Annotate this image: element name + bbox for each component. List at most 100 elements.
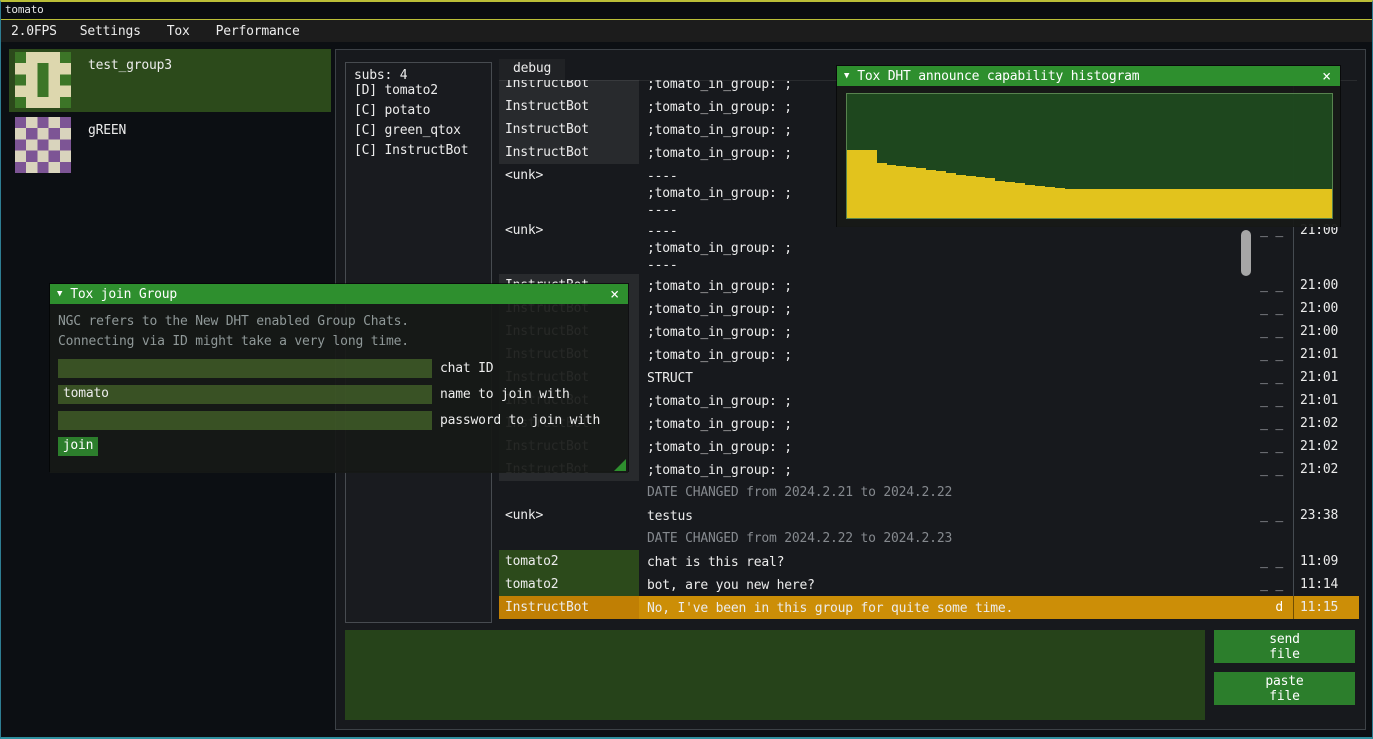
timestamp: 21:00: [1293, 320, 1359, 343]
message-line: STRUCT: [647, 370, 1237, 387]
sender-name: tomato2: [499, 573, 639, 596]
message-line: ;tomato_in_group: ;: [647, 240, 1237, 257]
read-marks: _ _: [1243, 366, 1293, 389]
timestamp: 21:00: [1293, 219, 1359, 274]
group-list-item-green[interactable]: gREEN: [9, 114, 331, 177]
histogram-bar: [1302, 189, 1312, 218]
read-marks: _ _: [1243, 412, 1293, 435]
histogram-plot: [846, 93, 1333, 219]
group-avatar-icon: [12, 117, 74, 177]
close-icon[interactable]: ×: [608, 287, 621, 301]
histogram-bar: [847, 150, 857, 218]
histogram-bar: [1144, 189, 1154, 218]
histogram-bar: [877, 163, 887, 218]
member-item-tomato2[interactable]: [D] tomato2: [354, 83, 483, 103]
send-file-button[interactable]: send file: [1214, 630, 1355, 663]
member-item-potato[interactable]: [C] potato: [354, 103, 483, 123]
join-window-titlebar[interactable]: ▼ Tox join Group ×: [50, 284, 628, 304]
message-text: STRUCT: [639, 366, 1243, 389]
join-window-body: NGC refers to the New DHT enabled Group …: [50, 304, 628, 473]
message-line: No, I've been in this group for quite so…: [647, 600, 1237, 617]
group-name: test_group3: [88, 58, 172, 73]
histogram-bar: [916, 168, 926, 218]
message-text: chat is this real?: [639, 550, 1243, 573]
read-marks: [1243, 527, 1293, 550]
histogram-bar: [1134, 189, 1144, 218]
chat-scrollbar-thumb[interactable]: [1241, 230, 1251, 276]
member-item-instructbot[interactable]: [C] InstructBot: [354, 143, 483, 163]
paste-file-button[interactable]: paste file: [1214, 672, 1355, 705]
close-icon[interactable]: ×: [1320, 69, 1333, 83]
sender-name: [499, 481, 639, 504]
histogram-bar: [1213, 189, 1223, 218]
tab-debug[interactable]: debug: [499, 59, 565, 80]
send-file-button-line2: file: [1269, 647, 1300, 662]
sender-name: InstructBot: [499, 596, 639, 619]
chat-id-input[interactable]: [58, 359, 432, 378]
message-text: bot, are you new here?: [639, 573, 1243, 596]
histogram-bar: [1005, 182, 1015, 218]
read-marks: _ _: [1243, 274, 1293, 297]
histogram-bar: [926, 170, 936, 218]
histogram-bar: [956, 175, 966, 218]
join-password-input[interactable]: [58, 411, 432, 430]
chat-row[interactable]: tomato2chat is this real?_ _11:09: [499, 550, 1359, 573]
message-line: ;tomato_in_group: ;: [647, 462, 1237, 479]
chat-row[interactable]: <unk>----;tomato_in_group: ;----_ _21:00: [499, 219, 1359, 274]
histogram-window-body: [837, 86, 1340, 227]
histogram-bar: [1173, 189, 1183, 218]
message-input[interactable]: [345, 630, 1205, 720]
message-line: bot, are you new here?: [647, 577, 1237, 594]
date-separator-row: DATE CHANGED from 2024.2.21 to 2024.2.22: [499, 481, 1359, 504]
join-window-title: Tox join Group: [70, 287, 177, 302]
message-text: No, I've been in this group for quite so…: [639, 596, 1243, 619]
read-marks: _ _: [1243, 458, 1293, 481]
timestamp: 11:14: [1293, 573, 1359, 596]
group-list-item-test-group3[interactable]: test_group3: [9, 49, 331, 112]
join-button[interactable]: join: [58, 437, 98, 456]
sender-name: InstructBot: [499, 141, 639, 164]
read-marks: _ _: [1243, 320, 1293, 343]
member-item-green-qtox[interactable]: [C] green_qtox: [354, 123, 483, 143]
sender-name: InstructBot: [499, 80, 639, 95]
menu-item-performance[interactable]: Performance: [203, 22, 313, 41]
join-name-input[interactable]: tomato: [58, 385, 432, 404]
sender-name: tomato2: [499, 550, 639, 573]
sender-name: InstructBot: [499, 118, 639, 141]
message-text: ;tomato_in_group: ;: [639, 458, 1243, 481]
timestamp: [1293, 527, 1359, 550]
timestamp: 11:15: [1293, 596, 1359, 619]
read-marks: _ _: [1243, 550, 1293, 573]
histogram-bar: [1045, 187, 1055, 218]
paste-file-button-line1: paste: [1265, 674, 1303, 689]
histogram-bar: [1243, 189, 1253, 218]
histogram-window-title: Tox DHT announce capability histogram: [857, 69, 1139, 84]
message-text: testus: [639, 504, 1243, 527]
message-line: ;tomato_in_group: ;: [647, 416, 1237, 433]
join-description-line1: NGC refers to the New DHT enabled Group …: [58, 312, 620, 332]
collapse-arrow-icon[interactable]: ▼: [844, 71, 849, 81]
resize-grip[interactable]: [614, 459, 626, 471]
histogram-window-titlebar[interactable]: ▼ Tox DHT announce capability histogram …: [837, 66, 1340, 86]
message-text: ;tomato_in_group: ;: [639, 320, 1243, 343]
timestamp: 11:09: [1293, 550, 1359, 573]
chat-row[interactable]: <unk>testus_ _23:38: [499, 504, 1359, 527]
fps-counter: 2.0FPS: [5, 22, 67, 41]
timestamp: 21:01: [1293, 343, 1359, 366]
message-line: ;tomato_in_group: ;: [647, 324, 1237, 341]
histogram-bar: [1253, 189, 1263, 218]
histogram-bar: [1262, 189, 1272, 218]
chat-row[interactable]: tomato2bot, are you new here?_ _11:14: [499, 573, 1359, 596]
date-changed-text: DATE CHANGED from 2024.2.22 to 2024.2.23: [639, 527, 1243, 550]
message-text: ;tomato_in_group: ;: [639, 389, 1243, 412]
histogram-bar: [1114, 189, 1124, 218]
histogram-bar: [1104, 189, 1114, 218]
menu-item-settings[interactable]: Settings: [67, 22, 154, 41]
menu-item-tox[interactable]: Tox: [154, 22, 203, 41]
chat-row[interactable]: InstructBot No, I've been in this group f…: [499, 596, 1359, 619]
tox-join-group-window: ▼ Tox join Group × NGC refers to the New…: [49, 283, 629, 472]
histogram-bar: [1312, 189, 1322, 218]
subs-count-label: subs: 4: [354, 68, 483, 83]
histogram-bar: [857, 150, 867, 218]
collapse-arrow-icon[interactable]: ▼: [57, 289, 62, 299]
